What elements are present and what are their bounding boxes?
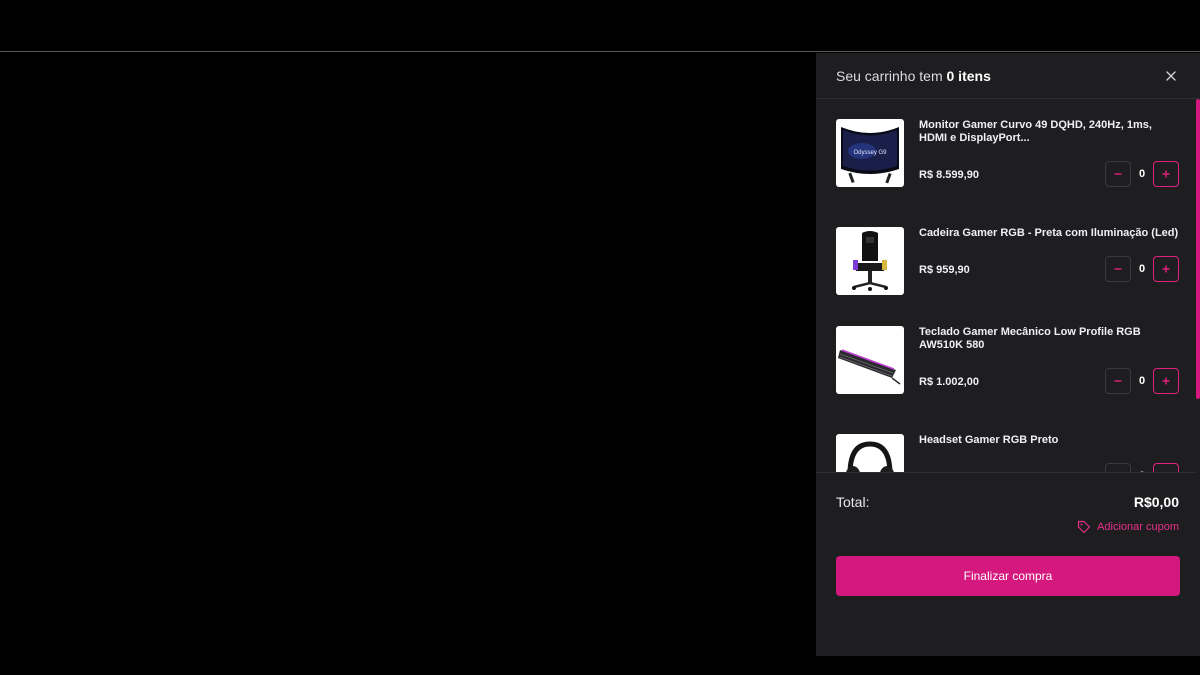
close-button[interactable] [1162,67,1180,85]
add-coupon-label: Adicionar cupom [1097,521,1179,533]
minus-icon [1113,471,1123,473]
increase-quantity-button[interactable] [1153,256,1179,282]
add-coupon-link[interactable]: Adicionar cupom [1077,520,1179,534]
cart-item: Teclado Gamer Mecânico Low Profile RGB A… [836,326,1179,394]
cart-title-prefix: Seu carrinho tem [836,67,943,84]
decrease-quantity-button[interactable] [1105,368,1131,394]
cart-item-count: 0 itens [946,67,991,84]
product-image-headset [836,434,904,472]
page: Seu carrinho tem 0 itens Odyssey G9 Moni… [0,0,1200,675]
plus-icon [1161,471,1171,473]
quantity-stepper: 0 [1105,463,1179,473]
product-image-keyboard [836,326,904,394]
quantity-value: 0 [1131,470,1153,472]
product-name: Monitor Gamer Curvo 49 DQHD, 240Hz, 1ms,… [919,119,1152,144]
cart-item: Odyssey G9 Monitor Gamer Curvo 49 DQHD, … [836,119,1179,187]
monitor-brand-text: Odyssey G9 [853,150,887,156]
cart-scrollbar[interactable] [1196,99,1200,473]
product-name: Teclado Gamer Mecânico Low Profile RGB A… [919,326,1141,351]
product-price: R$ 8.599,90 [919,169,979,181]
minus-icon [1114,268,1122,270]
minus-icon [1114,173,1122,175]
increase-quantity-button[interactable] [1153,368,1179,394]
product-image-monitor: Odyssey G9 [836,119,904,187]
total-value: R$0,00 [1133,494,1179,510]
product-name: Headset Gamer RGB Preto [919,434,1059,446]
product-price: R$ 1.002,00 [919,376,979,388]
quantity-value: 0 [1138,375,1146,387]
increase-quantity-button[interactable] [1153,463,1179,473]
cart-item: Headset Gamer RGB Preto 0 [836,434,1179,473]
cart-total-row: Total: R$0,00 [836,494,1179,510]
cart-title: Seu carrinho tem 0 itens [836,68,991,84]
plus-icon [1162,377,1170,385]
total-label: Total: [836,494,870,510]
quantity-value: 0 [1138,263,1146,275]
quantity-stepper: 0 [1105,368,1179,394]
minus-icon [1114,380,1122,382]
cart-item: Cadeira Gamer RGB - Preta com Iluminação… [836,227,1179,295]
product-price: R$ 959,90 [919,264,970,276]
plus-icon [1162,265,1170,273]
product-image-gaming-chair [836,227,904,295]
cart-items-list[interactable]: Odyssey G9 Monitor Gamer Curvo 49 DQHD, … [816,99,1200,473]
header-divider [0,51,1200,52]
tag-icon [1077,520,1091,534]
cart-header: Seu carrinho tem 0 itens [816,53,1200,99]
quantity-stepper: 0 [1105,161,1179,187]
quantity-value: 0 [1138,168,1146,180]
product-name: Cadeira Gamer RGB - Preta com Iluminação… [919,227,1179,239]
decrease-quantity-button[interactable] [1105,256,1131,282]
quantity-stepper: 0 [1105,256,1179,282]
plus-icon [1162,170,1170,178]
cart-drawer: Seu carrinho tem 0 itens Odyssey G9 Moni… [816,53,1200,656]
decrease-quantity-button[interactable] [1105,463,1131,473]
scrollbar-thumb[interactable] [1196,99,1200,399]
checkout-button[interactable]: Finalizar compra [836,556,1180,596]
increase-quantity-button[interactable] [1153,161,1179,187]
decrease-quantity-button[interactable] [1105,161,1131,187]
close-icon [1166,70,1176,81]
